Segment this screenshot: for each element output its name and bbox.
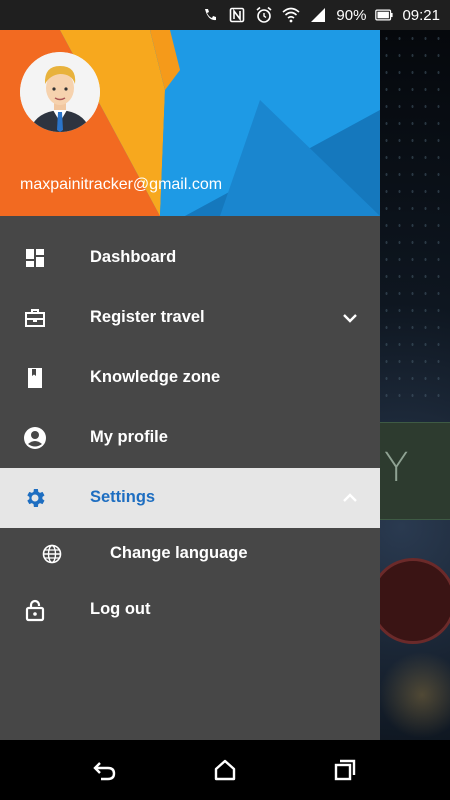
menu-item-log-out[interactable]: Log out [0,580,380,640]
home-icon[interactable] [212,758,238,782]
background-red-button [380,558,450,644]
menu-item-label: Log out [90,600,151,618]
recents-icon[interactable] [332,758,358,782]
submenu-item-label: Change language [110,544,248,562]
dashboard-icon [22,246,48,270]
account-circle-icon [22,426,48,450]
wifi-icon [282,7,300,23]
back-icon[interactable] [92,758,118,782]
menu-item-label: My profile [90,428,168,446]
menu-item-register-travel[interactable]: Register travel [0,288,380,348]
user-avatar-icon [20,52,100,132]
drawer-header: maxpainitracker@gmail.com [0,30,380,216]
menu-item-my-profile[interactable]: My profile [0,408,380,468]
chevron-down-icon[interactable] [342,308,358,328]
background-banner-letter: Y [384,445,409,491]
avatar[interactable] [20,52,100,132]
globe-icon [42,544,62,564]
briefcase-icon [22,306,48,330]
background-app[interactable]: Y [380,30,450,740]
menu-item-settings[interactable]: Settings [0,468,380,528]
gear-icon [22,486,48,510]
book-icon [22,366,48,390]
account-email: maxpainitracker@gmail.com [20,176,223,193]
nfc-icon [228,7,246,23]
menu-item-label: Dashboard [90,248,177,266]
phone-missed-call-icon [201,7,219,23]
menu-item-label: Register travel [90,308,205,326]
submenu-item-change-language[interactable]: Change language [0,528,380,580]
system-nav-bar [0,740,450,800]
city-lights-backdrop [380,650,450,740]
menu-item-dashboard[interactable]: Dashboard [0,228,380,288]
battery-percent: 90% [336,6,367,24]
menu-item-label: Knowledge zone [90,368,221,386]
starfield-backdrop [380,30,450,410]
battery-icon [375,7,394,23]
menu-item-knowledge-zone[interactable]: Knowledge zone [0,348,380,408]
alarm-icon [255,6,273,23]
status-bar: 90% 09:21 [0,0,450,30]
chevron-up-icon[interactable] [342,488,358,508]
status-time: 09:21 [402,6,440,24]
drawer-menu: Dashboard Register travel Knowledge zone… [0,228,380,640]
navigation-drawer: maxpainitracker@gmail.com Dashboard Regi… [0,0,380,740]
signal-icon [309,7,327,23]
lock-open-icon [22,598,48,622]
menu-item-label: Settings [90,488,156,506]
